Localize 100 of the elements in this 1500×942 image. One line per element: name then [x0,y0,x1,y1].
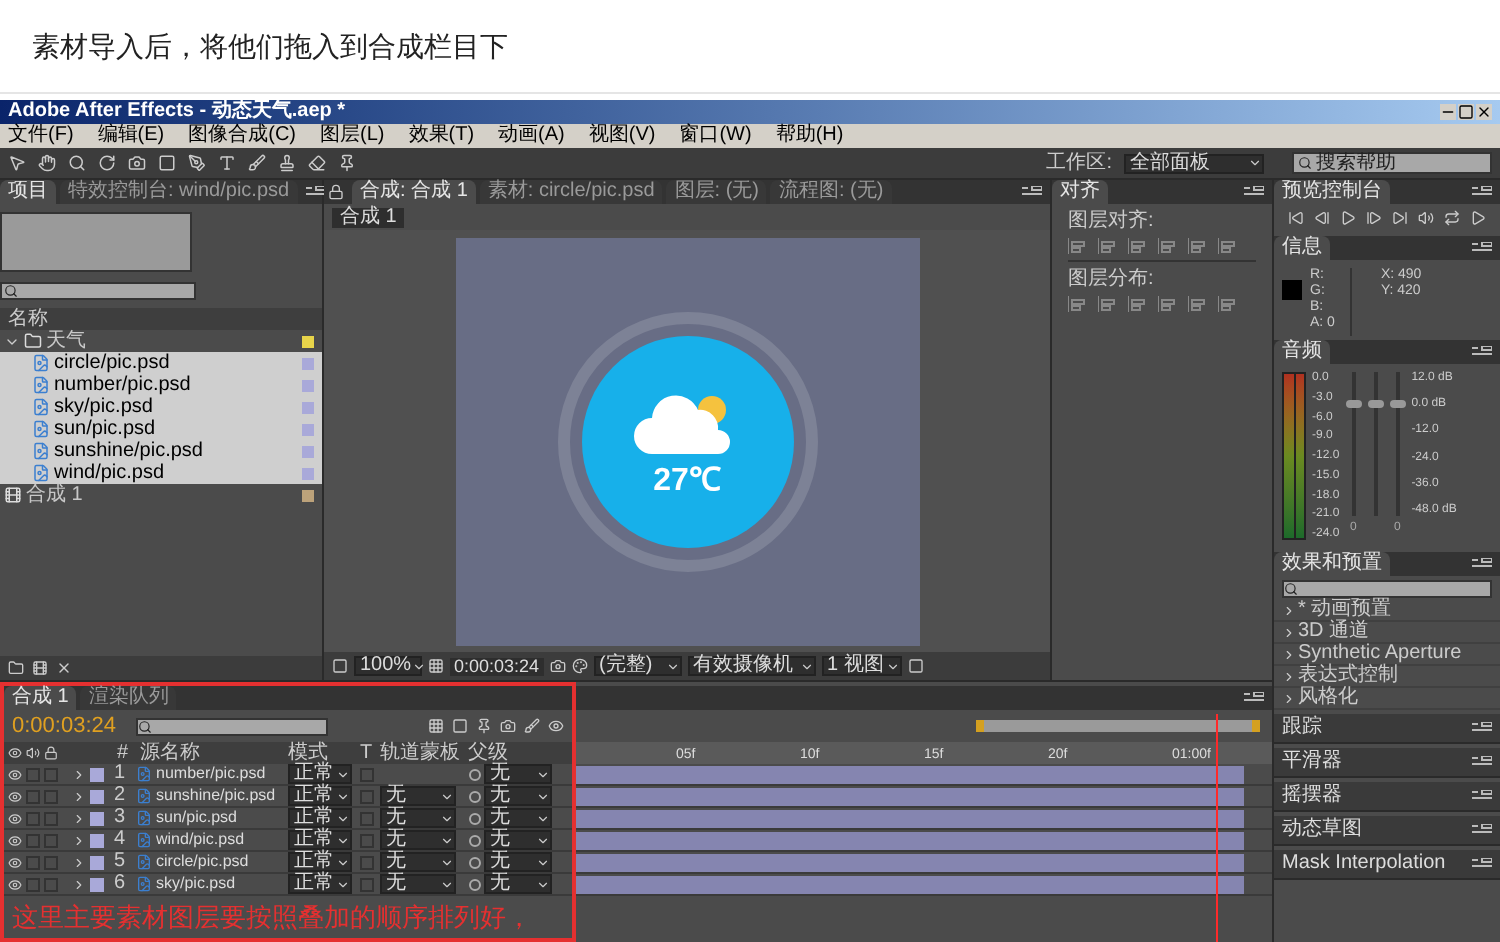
project-item[interactable]: sun/pic.psd [0,418,322,440]
close-icon[interactable] [1476,104,1492,120]
eye-icon[interactable] [8,833,22,847]
switch-box[interactable] [44,789,58,803]
new-composition-icon[interactable] [32,660,48,676]
playback-icon[interactable] [1444,210,1461,226]
timeline-tool-icon[interactable] [548,718,564,734]
playback-icon[interactable] [1418,210,1435,226]
maximize-icon[interactable] [1458,104,1474,120]
panel-title[interactable]: 动态草图 [1282,820,1362,840]
resolution-dropdown[interactable]: (完整) [593,656,682,676]
tool-icon[interactable] [308,154,326,172]
panel-menu-icon[interactable] [1244,186,1264,198]
tool-icon[interactable] [248,154,266,172]
lock-icon[interactable] [328,184,344,200]
align-icon[interactable] [1068,238,1086,254]
menu-item[interactable]: 图层(L) [320,126,385,146]
panel-title[interactable]: 跟踪 [1282,718,1322,738]
mode-dropdown[interactable]: 正常 [288,764,352,784]
help-search-field[interactable]: 搜索帮助 [1292,152,1492,174]
switch-box[interactable] [26,833,40,847]
timeline-tool-icon[interactable] [452,718,468,734]
panel-menu-icon[interactable] [1472,558,1492,570]
mode-dropdown[interactable]: 正常 [288,786,352,806]
panel-menu-icon[interactable] [1472,790,1492,802]
composition-tab[interactable]: 合成 1 [332,207,405,227]
current-time[interactable]: 0:00:03:24 [12,715,128,737]
track-matte-dropdown[interactable]: 无 [380,786,456,806]
minimize-icon[interactable] [1440,104,1456,120]
slider-thumb[interactable] [1345,399,1362,408]
layer-name[interactable]: sunshine/pic.psd [156,788,276,804]
playback-icon[interactable] [1313,210,1330,226]
menu-item[interactable]: 动画(A) [498,126,565,146]
panel-tab[interactable]: 渲染队列 [80,686,177,710]
tool-icon[interactable] [158,154,176,172]
panel-menu-icon[interactable] [1244,692,1264,704]
distribute-icon[interactable] [1218,296,1236,312]
camera-icon[interactable] [549,658,566,674]
panel-title[interactable]: 预览控制台 [1274,180,1390,204]
layer-name[interactable]: sky/pic.psd [156,876,236,892]
distribute-icon[interactable] [1158,296,1176,312]
panel-menu-icon[interactable] [1022,186,1042,198]
panel-tab[interactable]: 特效控制台: wind/pic.psd [60,180,298,204]
preserve-checkbox[interactable] [360,767,374,781]
panel-title[interactable]: 音频 [1274,340,1330,364]
align-icon[interactable] [1128,238,1146,254]
panel-title[interactable]: 对齐 [1052,180,1108,204]
panel-title[interactable]: 效果和预置 [1274,552,1390,576]
color-icon[interactable] [571,658,588,674]
layer-name[interactable]: sun/pic.psd [156,810,237,826]
menu-item[interactable]: 帮助(H) [775,126,844,146]
tool-icon[interactable] [8,154,26,172]
project-item[interactable]: 合成 1 [0,484,322,506]
preserve-checkbox[interactable] [360,855,374,869]
layer-duration-bar[interactable] [576,787,1244,805]
track-matte-dropdown[interactable]: 无 [380,874,456,894]
search-field[interactable] [1282,580,1492,598]
distribute-icon[interactable] [1068,296,1086,312]
tool-icon[interactable] [218,154,236,172]
switch-box[interactable] [26,767,40,781]
effect-category[interactable]: * 动画预置 [1274,600,1500,622]
menu-item[interactable]: 文件(F) [8,126,74,146]
parent-dropdown[interactable]: 无 [484,830,552,850]
panel-menu-icon[interactable] [1472,858,1492,870]
playback-icon[interactable] [1339,210,1356,226]
panel-title[interactable]: 信息 [1274,236,1330,260]
align-icon[interactable] [1188,238,1206,254]
tool-icon[interactable] [188,154,206,172]
track-matte-dropdown[interactable]: 无 [380,852,456,872]
effect-category[interactable]: 表达式控制 [1274,666,1500,688]
effect-category[interactable]: 风格化 [1274,688,1500,710]
panel-menu-icon[interactable] [1472,722,1492,734]
parent-dropdown[interactable]: 无 [484,874,552,894]
workspace-dropdown[interactable]: 全部面板 [1124,153,1264,173]
timeline-tool-icon[interactable] [428,718,444,734]
layer-duration-bar[interactable] [576,765,1244,783]
delete-icon[interactable] [56,660,72,676]
menu-item[interactable]: 效果(T) [408,126,475,146]
playback-icon[interactable] [1287,210,1304,226]
panel-menu-icon[interactable] [1472,824,1492,836]
time-display[interactable]: 0:00:03:24 [450,657,544,675]
layer-duration-bar[interactable] [576,809,1244,827]
tool-icon[interactable] [278,154,296,172]
tool-icon[interactable] [68,154,86,172]
layer-duration-bar[interactable] [576,875,1244,893]
project-item[interactable]: 天气 [0,330,322,352]
tool-icon[interactable] [38,154,56,172]
menu-item[interactable]: 图像合成(C) [188,126,297,146]
align-icon[interactable] [1098,238,1116,254]
timeline-tool-icon[interactable] [524,718,540,734]
mode-dropdown[interactable]: 正常 [288,808,352,828]
layout-icon[interactable] [907,658,924,674]
timeline-tool-icon[interactable] [476,718,492,734]
switch-box[interactable] [26,877,40,891]
menu-item[interactable]: 视图(V) [588,126,656,146]
parent-dropdown[interactable]: 无 [484,852,552,872]
panel-menu-icon[interactable] [305,186,326,198]
mode-dropdown[interactable]: 正常 [288,830,352,850]
distribute-icon[interactable] [1188,296,1206,312]
effect-category[interactable]: Synthetic Aperture [1274,644,1500,666]
